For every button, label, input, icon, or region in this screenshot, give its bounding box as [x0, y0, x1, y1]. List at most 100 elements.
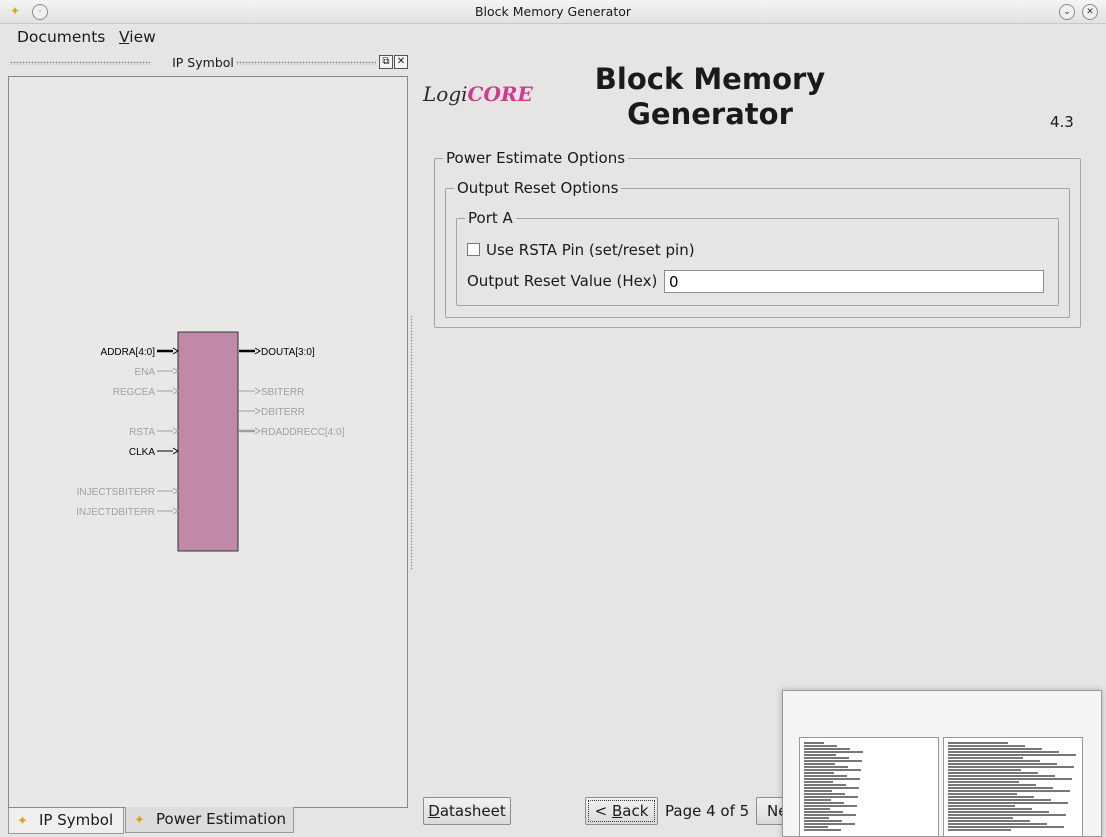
output-reset-value-input[interactable]	[664, 270, 1044, 293]
port-arrow-left	[172, 367, 179, 375]
port-a-legend: Port A	[468, 209, 513, 227]
thumbnail-text-line	[804, 769, 861, 771]
thumbnail-text-line	[948, 814, 1066, 816]
port-arrow-right	[254, 407, 261, 415]
thumbnail-text-line	[948, 799, 1051, 801]
ip-symbol-panel-header: IP Symbol ⧉ ✕	[8, 55, 409, 71]
close-panel-button[interactable]: ✕	[394, 55, 408, 69]
thumbnail-text-line	[804, 826, 828, 828]
thumbnail-text-line	[804, 772, 834, 774]
menu-documents[interactable]: Documents	[17, 28, 105, 46]
thumbnail-text-line	[804, 760, 862, 762]
output-reset-value-label: Output Reset Value (Hex)	[467, 272, 658, 290]
thumbnail-text-line	[804, 820, 842, 822]
port-arrow-right	[254, 427, 261, 435]
datasheet-button[interactable]: Datasheet	[423, 797, 511, 825]
port-label-right: DBITERR	[261, 407, 305, 418]
close-window-button[interactable]: ✕	[1082, 4, 1098, 20]
page-title-line2: Generator	[627, 97, 793, 131]
port-arrow-right	[254, 347, 261, 355]
ip-symbol-diagram: ADDRA[4:0] ENA REGCEA RSTA CLKA INJECTSBITERR…	[76, 331, 345, 552]
page-indicator: Page 4 of 5	[665, 802, 750, 820]
thumbnail-text-line	[948, 760, 1040, 762]
port-arrow-right	[254, 387, 261, 395]
port-arrow-left	[172, 507, 179, 515]
logo-core-text: CORE	[467, 82, 533, 106]
port-label-right: DOUTA[3:0]	[261, 347, 315, 358]
drag-grip[interactable]	[236, 61, 376, 65]
port-label-left: RSTA	[129, 427, 155, 438]
window-thumbnail-popup[interactable]	[782, 690, 1102, 837]
thumbnail-text-line	[804, 805, 857, 807]
thumbnail-text-line	[804, 766, 848, 768]
use-rsta-checkbox[interactable]	[467, 243, 480, 256]
title-bar: ✦ · Block Memory Generator ⌄ ✕	[0, 0, 1106, 24]
thumbnail-text-line	[948, 811, 1049, 813]
thumbnail-text-line	[948, 772, 1038, 774]
thumbnail-text-line	[948, 808, 1032, 810]
port-arrow-left	[172, 347, 179, 355]
bulb-icon: ✦	[134, 813, 145, 828]
port-arrow-left	[172, 387, 179, 395]
page-title-line1: Block Memory	[594, 62, 826, 96]
thumbnail-text-line	[948, 748, 1042, 750]
tab-ip-symbol-label: IP Symbol	[39, 811, 114, 829]
thumbnail-text-line	[804, 802, 844, 804]
thumbnail-text-line	[948, 820, 1030, 822]
output-reset-options-legend: Output Reset Options	[457, 179, 619, 197]
thumbnail-text-line	[804, 793, 845, 795]
logicore-logo: LogiCORE	[423, 82, 533, 106]
thumbnail-text-line	[948, 784, 1036, 786]
thumbnail-text-line	[948, 763, 1057, 765]
thumbnail-text-line	[948, 775, 1055, 777]
window-title: Block Memory Generator	[474, 4, 632, 19]
thumbnail-text-line	[948, 790, 1070, 792]
port-arrow-left	[172, 487, 179, 495]
thumbnail-text-line	[948, 802, 1068, 804]
thumbnail-text-line	[948, 781, 1019, 783]
tab-ip-symbol[interactable]: ✦ IP Symbol	[8, 808, 124, 834]
back-button[interactable]: < Back	[585, 797, 658, 825]
version-label: 4.3	[1050, 113, 1074, 131]
back-rest: ack	[622, 802, 649, 820]
thumbnail-text-line	[948, 787, 1053, 789]
back-prefix: <	[594, 802, 612, 820]
minimize-button[interactable]: ⌄	[1059, 4, 1075, 20]
thumbnail-text-line	[948, 793, 1017, 795]
thumbnail-text-line	[804, 814, 856, 816]
tab-power-estimation[interactable]: ✦ Power Estimation	[125, 807, 294, 833]
window-thumbnail[interactable]	[799, 737, 939, 837]
thumbnail-text-line	[948, 778, 1072, 780]
thumbnail-text-line	[804, 781, 833, 783]
use-rsta-row[interactable]: Use RSTA Pin (set/reset pin)	[467, 241, 695, 259]
menu-view-rest: iew	[129, 28, 156, 46]
port-label-left: INJECTDBITERR	[76, 507, 155, 518]
thumbnail-text-line	[948, 817, 1013, 819]
port-label-left: REGCEA	[113, 387, 156, 398]
thumbnail-text-line	[948, 757, 1023, 759]
thumbnail-text-line	[804, 778, 860, 780]
window-thumbnail[interactable]	[943, 737, 1083, 837]
menu-bar: Documents View	[0, 23, 1106, 51]
drag-grip[interactable]	[10, 61, 150, 65]
menu-view[interactable]: View	[119, 28, 156, 46]
ip-symbol-pane: ADDRA[4:0] ENA REGCEA RSTA CLKA INJECTSBITERR…	[8, 76, 408, 808]
thumbnail-text-line	[804, 742, 824, 744]
port-label-right: SBITERR	[261, 387, 304, 398]
port-label-left: CLKA	[129, 447, 155, 458]
thumbnail-text-line	[804, 823, 855, 825]
thumbnail-text-line	[804, 796, 858, 798]
thumbnail-text-line	[804, 808, 830, 810]
thumbnail-text-line	[804, 829, 841, 831]
port-arrow-left	[172, 447, 179, 455]
port-label-left: ENA	[134, 367, 155, 378]
float-panel-button[interactable]: ⧉	[379, 55, 393, 69]
panel-splitter[interactable]	[410, 315, 413, 570]
menu-view-accel: V	[119, 28, 130, 46]
thumbnail-text-line	[948, 769, 1021, 771]
thumbnail-text-line	[804, 763, 835, 765]
thumbnail-text-line	[948, 805, 1015, 807]
thumbnail-text-line	[948, 796, 1034, 798]
port-arrow-left	[172, 427, 179, 435]
memory-block	[177, 331, 239, 552]
